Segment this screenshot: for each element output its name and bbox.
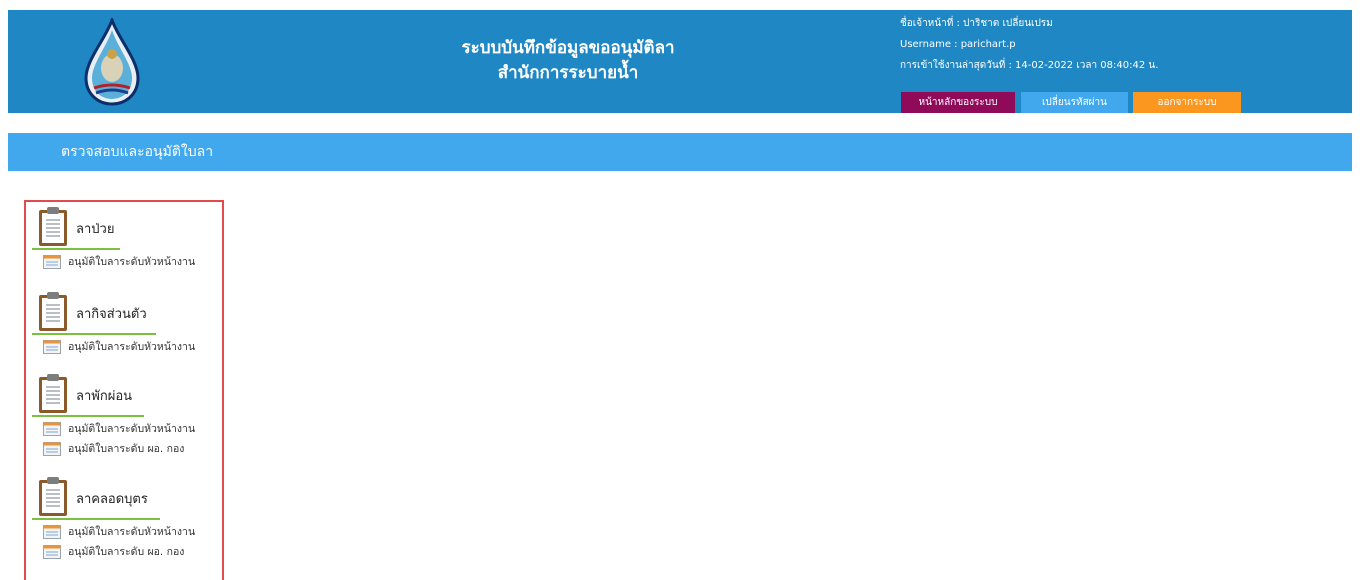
menu-item-approve-director[interactable]: อนุมัติใบลาระดับ ผอ. กอง bbox=[38, 543, 238, 561]
document-icon bbox=[43, 525, 61, 539]
water-drop-logo-icon bbox=[84, 18, 140, 106]
app-title-line2: สำนักการระบายน้ำ bbox=[497, 63, 639, 83]
menu-item-approve-head[interactable]: อนุมัติใบลาระดับหัวหน้างาน bbox=[38, 253, 238, 271]
home-button[interactable]: หน้าหลักของระบบ bbox=[901, 92, 1015, 113]
category-label: ลาพักผ่อน bbox=[76, 389, 133, 404]
document-icon bbox=[43, 340, 61, 354]
category-label: ลาคลอดบุตร bbox=[76, 492, 148, 507]
menu-item-label[interactable]: อนุมัติใบลาระดับ ผอ. กอง bbox=[68, 543, 184, 561]
menu-item-label[interactable]: อนุมัติใบลาระดับ ผอ. กอง bbox=[68, 440, 184, 458]
category-label: ลาป่วย bbox=[76, 222, 115, 237]
clipboard-icon bbox=[39, 207, 67, 246]
officer-name: ชื่อเจ้าหน้าที่ : ปาริชาต เปลี่ยนเปรม bbox=[900, 18, 1053, 29]
page-title: ตรวจสอบและอนุมัติใบลา bbox=[61, 144, 214, 160]
last-login: การเข้าใช้งานล่าสุดวันที่ : 14-02-2022 เ… bbox=[900, 60, 1159, 71]
category-underline bbox=[32, 248, 120, 250]
menu-item-approve-director[interactable]: อนุมัติใบลาระดับ ผอ. กอง bbox=[38, 440, 238, 458]
app-title-line1: ระบบบันทึกข้อมูลขออนุมัติลา bbox=[461, 38, 675, 58]
change-password-button[interactable]: เปลี่ยนรหัสผ่าน bbox=[1021, 92, 1128, 113]
menu-item-label[interactable]: อนุมัติใบลาระดับหัวหน้างาน bbox=[68, 338, 195, 356]
document-icon bbox=[43, 255, 61, 269]
category-underline bbox=[32, 333, 156, 335]
menu-item-label[interactable]: อนุมัติใบลาระดับหัวหน้างาน bbox=[68, 253, 195, 271]
clipboard-icon bbox=[39, 477, 67, 516]
logout-button[interactable]: ออกจากระบบ bbox=[1133, 92, 1241, 113]
menu-category-sick-leave: ลาป่วย อนุมัติใบลาระดับหัวหน้างาน bbox=[32, 207, 238, 271]
menu-item-approve-head[interactable]: อนุมัติใบลาระดับหัวหน้างาน bbox=[38, 420, 238, 438]
clipboard-icon bbox=[39, 292, 67, 331]
category-underline bbox=[32, 518, 160, 520]
page-title-bar: ตรวจสอบและอนุมัติใบลา bbox=[8, 133, 1352, 171]
leave-menu: ลาป่วย อนุมัติใบลาระดับหัวหน้างาน ลากิจส… bbox=[24, 200, 224, 580]
username: Username : parichart.p bbox=[900, 39, 1016, 50]
category-underline bbox=[32, 415, 144, 417]
menu-item-approve-head[interactable]: อนุมัติใบลาระดับหัวหน้างาน bbox=[38, 523, 238, 541]
document-icon bbox=[43, 442, 61, 456]
menu-category-personal-leave: ลากิจส่วนตัว อนุมัติใบลาระดับหัวหน้างาน bbox=[32, 292, 238, 356]
document-icon bbox=[43, 545, 61, 559]
app-title: ระบบบันทึกข้อมูลขออนุมัติลา สำนักการระบา… bbox=[388, 36, 748, 86]
user-info: ชื่อเจ้าหน้าที่ : ปาริชาต เปลี่ยนเปรม Us… bbox=[900, 13, 1158, 76]
menu-category-maternity-leave: ลาคลอดบุตร อนุมัติใบลาระดับหัวหน้างาน อน… bbox=[32, 477, 238, 561]
menu-item-approve-head[interactable]: อนุมัติใบลาระดับหัวหน้างาน bbox=[38, 338, 238, 356]
document-icon bbox=[43, 422, 61, 436]
menu-item-label[interactable]: อนุมัติใบลาระดับหัวหน้างาน bbox=[68, 523, 195, 541]
clipboard-icon bbox=[39, 374, 67, 413]
category-label: ลากิจส่วนตัว bbox=[76, 307, 147, 322]
menu-item-label[interactable]: อนุมัติใบลาระดับหัวหน้างาน bbox=[68, 420, 195, 438]
header-banner: ระบบบันทึกข้อมูลขออนุมัติลา สำนักการระบา… bbox=[8, 10, 1352, 113]
menu-category-vacation-leave: ลาพักผ่อน อนุมัติใบลาระดับหัวหน้างาน อนุ… bbox=[32, 374, 238, 458]
